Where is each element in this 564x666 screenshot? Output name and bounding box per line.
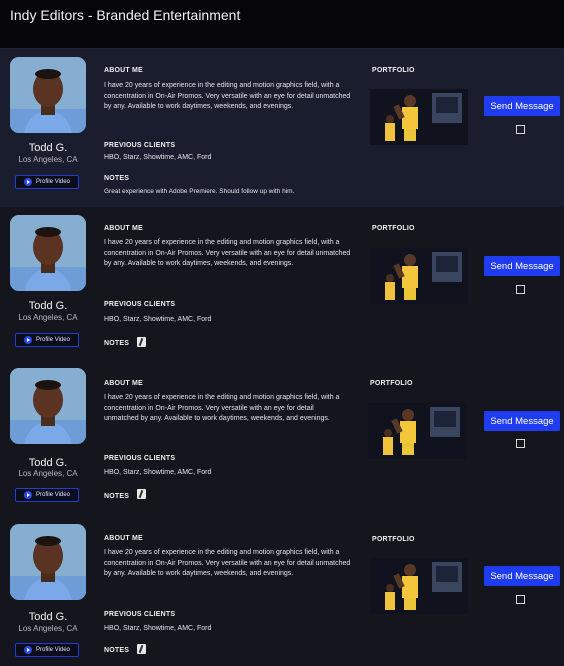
profile-video-label: Profile Video	[36, 647, 70, 653]
clients-heading: PREVIOUS CLIENTS	[104, 455, 176, 462]
portfolio-image	[370, 89, 468, 145]
notes-heading: NOTES	[104, 175, 130, 182]
portfolio-heading: PORTFOLIO	[370, 380, 413, 387]
select-checkbox[interactable]	[516, 595, 525, 604]
profile-video-button[interactable]: Profile Video	[15, 333, 79, 347]
editor-card: Todd G. Los Angeles, CA Profile Video AB…	[0, 516, 564, 666]
clients-text: HBO, Starz, Showtime, AMC, Ford	[104, 625, 212, 632]
clients-heading: PREVIOUS CLIENTS	[104, 611, 176, 618]
portfolio-heading: PORTFOLIO	[372, 67, 415, 74]
about-text: I have 20 years of experience in the edi…	[104, 549, 351, 577]
avatar	[10, 524, 86, 600]
clients-text: HBO, Starz, Showtime, AMC, Ford	[104, 316, 212, 323]
clients-text: HBO, Starz, Showtime, AMC, Ford	[104, 154, 212, 161]
editor-card: Todd G. Los Angeles, CA Profile Video AB…	[0, 49, 564, 208]
portfolio-image	[368, 403, 466, 459]
notes-heading: NOTES	[104, 493, 130, 500]
profile-video-label: Profile Video	[36, 337, 70, 343]
profile-video-label: Profile Video	[36, 179, 70, 185]
editor-card: Todd G. Los Angeles, CA Profile Video AB…	[0, 360, 564, 517]
editor-name: Todd G.	[28, 300, 68, 312]
about-text: I have 20 years of experience in the edi…	[104, 394, 340, 422]
editor-name: Todd G.	[28, 611, 68, 623]
portrait-image	[10, 368, 86, 444]
portrait-image	[10, 524, 86, 600]
about-text: I have 20 years of experience in the edi…	[104, 239, 351, 267]
editor-location: Los Angeles, CA	[18, 469, 78, 478]
editor-location: Los Angeles, CA	[18, 313, 78, 322]
editor-name: Todd G.	[28, 457, 68, 469]
edit-note-icon[interactable]	[137, 337, 146, 347]
play-icon	[24, 491, 33, 499]
portfolio-thumbnail[interactable]	[370, 89, 468, 145]
portfolio-thumbnail[interactable]	[370, 248, 468, 304]
about-heading: ABOUT ME	[104, 225, 143, 232]
portfolio-image	[370, 248, 468, 304]
portrait-image	[10, 57, 86, 133]
edit-note-icon[interactable]	[137, 644, 146, 654]
clients-heading: PREVIOUS CLIENTS	[104, 301, 176, 308]
editor-location: Los Angeles, CA	[18, 155, 78, 164]
play-icon	[24, 336, 33, 344]
send-message-button[interactable]: Send Message	[484, 96, 560, 116]
send-message-button[interactable]: Send Message	[484, 566, 560, 586]
profile-video-button[interactable]: Profile Video	[15, 175, 79, 189]
about-text: I have 20 years of experience in the edi…	[104, 82, 351, 110]
portrait-image	[10, 215, 86, 291]
send-message-button[interactable]: Send Message	[484, 411, 560, 431]
play-icon	[24, 178, 33, 186]
portfolio-image	[370, 558, 468, 614]
select-checkbox[interactable]	[516, 125, 525, 134]
avatar	[10, 368, 86, 444]
send-message-button[interactable]: Send Message	[484, 256, 560, 276]
portfolio-thumbnail[interactable]	[370, 558, 468, 614]
profile-video-button[interactable]: Profile Video	[15, 488, 79, 502]
avatar	[10, 215, 86, 291]
profile-video-button[interactable]: Profile Video	[15, 643, 79, 657]
play-icon	[24, 646, 33, 654]
profile-video-label: Profile Video	[36, 492, 70, 498]
notes-heading: NOTES	[104, 340, 130, 347]
portfolio-heading: PORTFOLIO	[372, 225, 415, 232]
avatar	[10, 57, 86, 133]
notes-heading: NOTES	[104, 647, 130, 654]
editor-name: Todd G.	[28, 142, 68, 154]
select-checkbox[interactable]	[516, 439, 525, 448]
portfolio-thumbnail[interactable]	[368, 403, 466, 459]
clients-heading: PREVIOUS CLIENTS	[104, 142, 176, 149]
portfolio-heading: PORTFOLIO	[372, 536, 415, 543]
app-header: Indy Editors - Branded Entertainment	[0, 0, 564, 49]
editor-location: Los Angeles, CA	[18, 624, 78, 633]
clients-text: HBO, Starz, Showtime, AMC, Ford	[104, 469, 212, 476]
notes-text: Great experience with Adobe Premiere. Sh…	[104, 188, 295, 195]
about-heading: ABOUT ME	[104, 535, 143, 542]
page-title: Indy Editors - Branded Entertainment	[10, 7, 241, 23]
select-checkbox[interactable]	[516, 285, 525, 294]
about-heading: ABOUT ME	[104, 67, 143, 74]
edit-note-icon[interactable]	[137, 489, 146, 499]
about-heading: ABOUT ME	[104, 380, 143, 387]
editor-card: Todd G. Los Angeles, CA Profile Video AB…	[0, 207, 564, 361]
